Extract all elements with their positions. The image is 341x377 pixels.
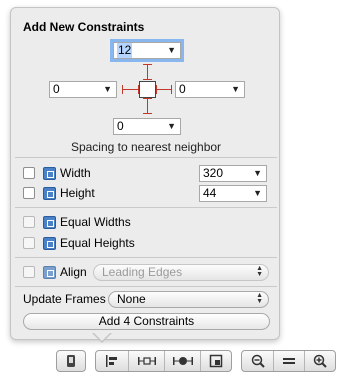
zoom-out-button[interactable] xyxy=(242,351,273,371)
align-checkbox[interactable] xyxy=(23,266,35,278)
equal-widths-icon xyxy=(43,215,56,229)
height-label: Height xyxy=(60,186,95,200)
toolbar-group-device xyxy=(56,350,86,372)
left-constraint-line[interactable] xyxy=(122,89,139,90)
update-frames-value: None xyxy=(117,292,146,306)
divider xyxy=(15,157,277,158)
equal-heights-row: Equal Heights xyxy=(23,235,135,251)
zoom-out-icon xyxy=(251,354,265,368)
zoom-actual-icon xyxy=(283,358,295,364)
align-button[interactable] xyxy=(96,351,128,371)
right-spacing-field[interactable]: 0 ▼ xyxy=(175,81,245,98)
top-constraint-line[interactable] xyxy=(147,64,148,80)
pin-button[interactable] xyxy=(128,351,164,371)
divider xyxy=(15,286,277,287)
update-frames-label: Update Frames xyxy=(23,292,106,306)
bottom-constraint-line[interactable] xyxy=(147,98,148,114)
right-constraint-line[interactable] xyxy=(156,89,172,90)
chevron-down-icon[interactable]: ▼ xyxy=(253,166,262,181)
toolbar-group-layout xyxy=(95,350,232,372)
chevron-down-icon[interactable]: ▼ xyxy=(167,119,176,134)
align-label: Align xyxy=(60,265,87,279)
height-checkbox[interactable] xyxy=(23,187,35,199)
pin-view-box xyxy=(139,81,156,98)
zoom-actual-button[interactable] xyxy=(273,351,304,371)
add-constraints-popover: Add New Constraints 12 ▼ 0 ▼ 0 ▼ 0 ▼ Spa… xyxy=(10,7,280,340)
spacing-caption: Spacing to nearest neighbor xyxy=(70,140,222,154)
toolbar-group-zoom xyxy=(241,350,336,372)
align-value: Leading Edges xyxy=(102,265,183,279)
equal-widths-row: Equal Widths xyxy=(23,214,131,230)
width-row: Width xyxy=(23,165,91,181)
equal-heights-icon xyxy=(43,236,56,250)
update-frames-popup[interactable]: None ▲ ▼ xyxy=(108,291,269,308)
resize-button[interactable] xyxy=(200,351,231,371)
device-icon xyxy=(67,355,75,367)
add-constraints-button[interactable]: Add 4 Constraints xyxy=(23,313,270,330)
width-checkbox[interactable] xyxy=(23,167,35,179)
top-spacing-value: 12 xyxy=(117,43,133,58)
bottom-constraint-cap[interactable] xyxy=(143,113,152,114)
width-constraint-icon xyxy=(43,166,56,180)
resolve-icon xyxy=(172,357,193,365)
popover-title: Add New Constraints xyxy=(23,20,145,34)
align-icon xyxy=(43,265,56,279)
divider xyxy=(15,207,277,208)
bottom-spacing-field[interactable]: 0 ▼ xyxy=(113,118,181,135)
height-value: 44 xyxy=(203,186,217,200)
width-field[interactable]: 320 ▼ xyxy=(199,165,267,182)
chevron-down-icon[interactable]: ▼ xyxy=(231,82,240,97)
right-spacing-value: 0 xyxy=(179,82,186,96)
height-row: Height xyxy=(23,185,95,201)
bottom-spacing-value: 0 xyxy=(117,119,124,133)
top-constraint-cap-inner xyxy=(143,79,152,80)
right-constraint-cap[interactable] xyxy=(171,85,172,94)
update-frames-row: Update Frames xyxy=(23,291,106,307)
align-row: Align xyxy=(23,264,87,280)
resolve-button[interactable] xyxy=(164,351,200,371)
height-field[interactable]: 44 ▼ xyxy=(199,185,267,202)
chevron-down-icon[interactable]: ▼ xyxy=(103,82,112,97)
left-spacing-value: 0 xyxy=(53,82,60,96)
zoom-in-button[interactable] xyxy=(304,351,335,371)
top-spacing-field[interactable]: 12 ▼ xyxy=(110,39,184,62)
width-value: 320 xyxy=(203,166,224,180)
left-spacing-field[interactable]: 0 ▼ xyxy=(49,81,117,98)
chevron-down-icon[interactable]: ▼ xyxy=(253,186,262,201)
pin-icon xyxy=(137,357,156,365)
align-popup[interactable]: Leading Edges ▲ ▼ xyxy=(93,264,269,281)
popover-arrow xyxy=(93,332,111,341)
resize-icon xyxy=(209,354,223,368)
chevron-down-icon[interactable]: ▼ xyxy=(167,43,176,58)
updown-chevron-icon: ▲ ▼ xyxy=(256,292,263,305)
equal-widths-checkbox[interactable] xyxy=(23,216,35,228)
equal-heights-label: Equal Heights xyxy=(60,236,135,250)
zoom-in-icon xyxy=(313,354,327,368)
updown-chevron-icon: ▲ ▼ xyxy=(256,265,263,278)
device-button[interactable] xyxy=(57,351,85,371)
equal-heights-checkbox[interactable] xyxy=(23,237,35,249)
align-icon xyxy=(106,355,117,367)
equal-widths-label: Equal Widths xyxy=(60,215,131,229)
width-label: Width xyxy=(60,166,91,180)
height-constraint-icon xyxy=(43,186,56,200)
divider xyxy=(15,257,277,258)
